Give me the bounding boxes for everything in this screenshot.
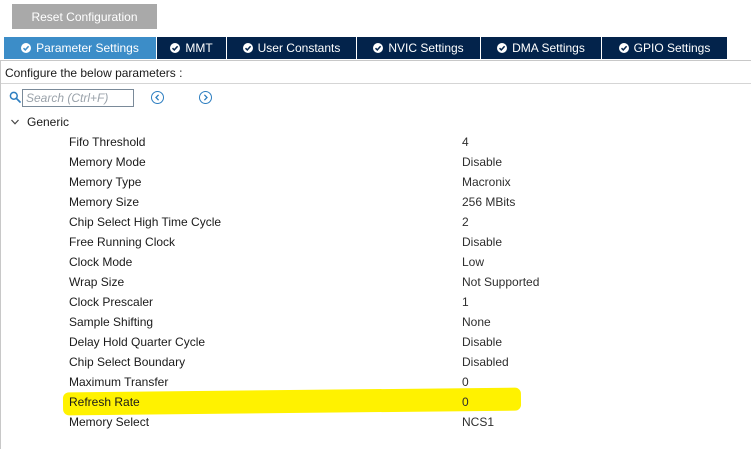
tab-label: NVIC Settings: [388, 41, 464, 55]
parameter-value[interactable]: Disabled: [462, 355, 509, 369]
parameter-panel: Configure the below parameters : Generic…: [0, 60, 751, 449]
tab-label: GPIO Settings: [633, 41, 711, 55]
parameter-name: Wrap Size: [69, 275, 125, 289]
check-circle-icon: [170, 43, 181, 53]
parameter-name: Memory Size: [69, 195, 140, 209]
parameter-row-refresh-rate[interactable]: Refresh Rate 0: [1, 392, 751, 412]
parameter-value[interactable]: Not Supported: [462, 275, 539, 289]
parameter-value[interactable]: Macronix: [462, 175, 511, 189]
parameter-row-clock-mode[interactable]: Clock Mode Low: [1, 252, 751, 272]
tab-gpio-settings[interactable]: GPIO Settings: [602, 37, 727, 59]
tab-parameter-settings[interactable]: Parameter Settings: [4, 37, 157, 59]
tab-mmt[interactable]: MMT: [157, 37, 227, 59]
chevron-left-circle-icon: [155, 94, 160, 101]
parameter-value[interactable]: Disable: [462, 335, 502, 349]
group-label-generic: Generic: [27, 115, 70, 129]
chevron-down-icon[interactable]: [10, 117, 20, 127]
search-input[interactable]: [22, 89, 134, 107]
previous-match-button[interactable]: [151, 91, 164, 104]
check-circle-icon: [497, 43, 508, 53]
check-circle-icon: [21, 43, 32, 53]
check-circle-icon: [373, 43, 384, 53]
parameter-row-sample-shifting[interactable]: Sample Shifting None: [1, 312, 751, 332]
divider: [1, 83, 751, 84]
parameter-list: Fifo Threshold 4 Memory Mode Disable Memor…: [1, 132, 751, 432]
parameter-name: Refresh Rate: [69, 395, 140, 409]
parameter-name: Sample Shifting: [69, 315, 154, 329]
parameter-name: Chip Select High Time Cycle: [69, 215, 222, 229]
parameter-name: Maximum Transfer: [69, 375, 169, 389]
parameter-value[interactable]: 1: [462, 295, 469, 309]
parameter-row-memory-size[interactable]: Memory Size 256 MBits: [1, 192, 751, 212]
check-circle-icon: [618, 43, 629, 53]
parameter-name: Memory Select: [69, 415, 150, 429]
parameter-value[interactable]: 2: [462, 215, 469, 229]
parameter-value[interactable]: NCS1: [462, 415, 494, 429]
parameter-row-clock-prescaler[interactable]: Clock Prescaler 1: [1, 292, 751, 312]
parameter-name: Free Running Clock: [69, 235, 176, 249]
configure-label: Configure the below parameters :: [5, 66, 183, 80]
tab-label: DMA Settings: [512, 41, 585, 55]
tab-nvic-settings[interactable]: NVIC Settings: [357, 37, 481, 59]
parameter-row-free-running-clock[interactable]: Free Running Clock Disable: [1, 232, 751, 252]
parameter-row-delay-hold-quarter-cycle[interactable]: Delay Hold Quarter Cycle Disable: [1, 332, 751, 352]
tab-user-constants[interactable]: User Constants: [227, 37, 357, 59]
parameter-row-chip-select-boundary[interactable]: Chip Select Boundary Disabled: [1, 352, 751, 372]
search-icon: [9, 91, 21, 103]
parameter-name: Clock Mode: [69, 255, 133, 269]
parameter-row-chip-select-high-time-cycle[interactable]: Chip Select High Time Cycle 2: [1, 212, 751, 232]
parameter-value[interactable]: Disable: [462, 235, 502, 249]
parameter-row-wrap-size[interactable]: Wrap Size Not Supported: [1, 272, 751, 292]
tab-dma-settings[interactable]: DMA Settings: [481, 37, 602, 59]
parameter-value[interactable]: None: [462, 315, 491, 329]
parameter-name: Fifo Threshold: [69, 135, 146, 149]
parameter-value[interactable]: Disable: [462, 155, 502, 169]
settings-tab-bar: Parameter Settings MMT User Constants NV…: [4, 37, 727, 59]
parameter-name: Chip Select Boundary: [69, 355, 186, 369]
parameter-value[interactable]: 0: [462, 375, 469, 389]
parameter-row-memory-select[interactable]: Memory Select NCS1: [1, 412, 751, 432]
parameter-value[interactable]: 0: [462, 395, 469, 409]
parameter-name: Memory Type: [69, 175, 142, 189]
parameter-value[interactable]: Low: [462, 255, 484, 269]
tab-label: Parameter Settings: [36, 41, 139, 55]
reset-configuration-button[interactable]: Reset Configuration: [12, 4, 157, 29]
parameter-name: Delay Hold Quarter Cycle: [69, 335, 206, 349]
chevron-right-circle-icon: [203, 94, 208, 101]
next-match-button[interactable]: [199, 91, 212, 104]
parameter-row-maximum-transfer[interactable]: Maximum Transfer 0: [1, 372, 751, 392]
parameter-row-memory-mode[interactable]: Memory Mode Disable: [1, 152, 751, 172]
parameter-row-fifo-threshold[interactable]: Fifo Threshold 4: [1, 132, 751, 152]
parameter-value[interactable]: 256 MBits: [462, 195, 515, 209]
parameter-row-memory-type[interactable]: Memory Type Macronix: [1, 172, 751, 192]
tab-label: User Constants: [257, 41, 341, 55]
check-circle-icon: [242, 43, 253, 53]
parameter-name: Clock Prescaler: [69, 295, 154, 309]
tab-label: MMT: [185, 41, 213, 55]
parameter-value[interactable]: 4: [462, 135, 469, 149]
parameter-name: Memory Mode: [69, 155, 146, 169]
